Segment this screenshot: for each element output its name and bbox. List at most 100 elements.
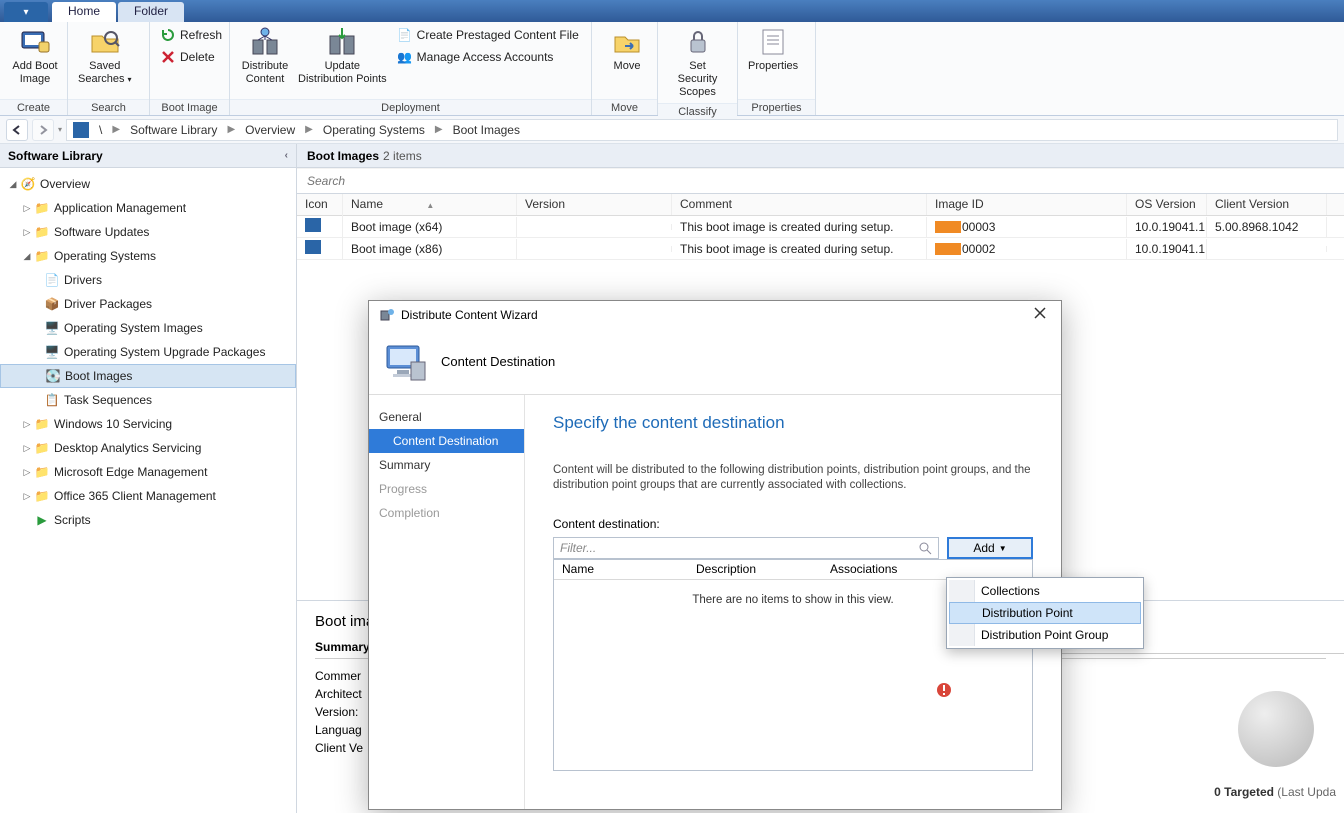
wizard-icon bbox=[379, 307, 395, 323]
site-code-chip bbox=[935, 243, 961, 255]
move-folder-icon bbox=[611, 26, 643, 58]
tree-desktop-analytics[interactable]: ▷📁Desktop Analytics Servicing bbox=[0, 436, 296, 460]
tree-driver-packages[interactable]: 📦Driver Packages bbox=[0, 292, 296, 316]
properties-button[interactable]: Properties bbox=[744, 24, 802, 75]
crumb-operating-systems[interactable]: Operating Systems bbox=[323, 123, 425, 137]
tree-os-upgrade-packages[interactable]: 🖥️Operating System Upgrade Packages bbox=[0, 340, 296, 364]
refresh-icon bbox=[160, 27, 176, 43]
ribbon-group-boot-image: Boot Image bbox=[150, 99, 229, 115]
title-tabs: ▾ Home Folder bbox=[0, 0, 1344, 22]
nav-forward-button[interactable] bbox=[32, 119, 54, 141]
wizard-nav-progress: Progress bbox=[369, 477, 524, 501]
manage-access-button[interactable]: 👥Manage Access Accounts bbox=[393, 48, 583, 66]
menu-distribution-point-group[interactable]: Distribution Point Group bbox=[949, 624, 1141, 646]
boot-images-icon: 💽 bbox=[45, 368, 61, 384]
table-row[interactable]: Boot image (x86) This boot image is crea… bbox=[297, 238, 1344, 260]
tab-home[interactable]: Home bbox=[52, 2, 116, 22]
content-header: Boot Images2 items bbox=[297, 144, 1344, 168]
ribbon-group-properties: Properties bbox=[738, 99, 815, 115]
dest-col-name[interactable]: Name bbox=[554, 560, 688, 579]
table-row[interactable]: Boot image (x64) This boot image is crea… bbox=[297, 216, 1344, 238]
update-dp-button[interactable]: Update Distribution Points bbox=[294, 24, 391, 88]
lock-icon bbox=[682, 26, 714, 58]
wizard-title: Distribute Content Wizard bbox=[401, 308, 538, 322]
saved-searches-button[interactable]: Saved Searches ▾ bbox=[74, 24, 136, 88]
add-boot-image-button[interactable]: Add Boot Image bbox=[6, 24, 64, 88]
menu-distribution-point[interactable]: Distribution Point bbox=[949, 602, 1141, 624]
tree-app-management[interactable]: ▷📁Application Management bbox=[0, 196, 296, 220]
chevron-down-icon: ▼ bbox=[999, 544, 1007, 553]
boot-image-icon bbox=[19, 26, 51, 58]
wizard-nav-summary[interactable]: Summary bbox=[369, 453, 524, 477]
collapse-sidebar-icon[interactable]: ‹ bbox=[285, 144, 288, 168]
tree-task-sequences[interactable]: 📋Task Sequences bbox=[0, 388, 296, 412]
refresh-button[interactable]: Refresh bbox=[156, 26, 226, 44]
folder-icon: 📁 bbox=[34, 200, 50, 216]
add-button[interactable]: Add ▼ bbox=[947, 537, 1033, 559]
content-destination-icon bbox=[383, 342, 427, 382]
folder-icon: 📁 bbox=[34, 440, 50, 456]
wizard-nav-general[interactable]: General bbox=[369, 405, 524, 429]
distribute-icon bbox=[249, 26, 281, 58]
nav-back-button[interactable] bbox=[6, 119, 28, 141]
ribbon-group-deployment: Deployment bbox=[230, 99, 591, 115]
create-prestaged-button[interactable]: 📄Create Prestaged Content File bbox=[393, 26, 583, 44]
wizard-nav-content-destination[interactable]: Content Destination bbox=[369, 429, 524, 453]
distribute-content-button[interactable]: Distribute Content bbox=[236, 24, 294, 88]
grid-header[interactable]: Icon Name ▲ Version Comment Image ID OS … bbox=[297, 194, 1344, 216]
crumb-software-library[interactable]: Software Library bbox=[130, 123, 217, 137]
tree-operating-systems[interactable]: ◢📁Operating Systems bbox=[0, 244, 296, 268]
breadcrumb[interactable]: \ ▶ Software Library ▶ Overview ▶ Operat… bbox=[66, 119, 1338, 141]
folder-icon: 📁 bbox=[34, 416, 50, 432]
col-comment: Comment bbox=[672, 194, 927, 215]
filter-input[interactable]: Filter... bbox=[553, 537, 939, 559]
os-upgrade-icon: 🖥️ bbox=[44, 344, 60, 360]
ribbon: Add Boot Image Create Saved Searches ▾ S… bbox=[0, 22, 1344, 116]
crumb-overview[interactable]: Overview bbox=[245, 123, 295, 137]
menu-collections[interactable]: Collections bbox=[949, 580, 1141, 602]
ribbon-group-move: Move bbox=[592, 99, 657, 115]
wizard-nav-completion: Completion bbox=[369, 501, 524, 525]
wizard-close-button[interactable] bbox=[1029, 306, 1051, 325]
boot-images-grid: Icon Name ▲ Version Comment Image ID OS … bbox=[297, 194, 1344, 260]
tree-software-updates[interactable]: ▷📁Software Updates bbox=[0, 220, 296, 244]
search-input[interactable] bbox=[297, 169, 1344, 193]
accounts-icon: 👥 bbox=[397, 49, 413, 65]
folder-icon: 📁 bbox=[34, 464, 50, 480]
tree-scripts[interactable]: ▶Scripts bbox=[0, 508, 296, 532]
tree-os-images[interactable]: 🖥️Operating System Images bbox=[0, 316, 296, 340]
wizard-heading: Specify the content destination bbox=[553, 413, 1033, 433]
crumb-root[interactable]: \ bbox=[99, 123, 102, 137]
close-icon bbox=[1033, 306, 1047, 320]
folder-icon: 📁 bbox=[34, 488, 50, 504]
delete-icon bbox=[160, 49, 176, 65]
file-package-icon: 📄 bbox=[397, 27, 413, 43]
tree-win10-servicing[interactable]: ▷📁Windows 10 Servicing bbox=[0, 412, 296, 436]
move-button[interactable]: Move bbox=[598, 24, 656, 75]
task-sequences-icon: 📋 bbox=[44, 392, 60, 408]
col-image-id: Image ID bbox=[927, 194, 1127, 215]
wizard-nav: General Content Destination Summary Prog… bbox=[369, 395, 525, 809]
tab-folder[interactable]: Folder bbox=[118, 2, 184, 22]
tree-edge-management[interactable]: ▷📁Microsoft Edge Management bbox=[0, 460, 296, 484]
scripts-icon: ▶ bbox=[34, 512, 50, 528]
ribbon-group-search: Search bbox=[68, 99, 149, 115]
app-menu-dropdown[interactable]: ▾ bbox=[4, 2, 48, 22]
search-row bbox=[297, 168, 1344, 194]
sidebar: Software Library ‹ ◢🧭Overview ▷📁Applicat… bbox=[0, 144, 297, 813]
search-icon bbox=[918, 541, 932, 555]
tree-office365[interactable]: ▷📁Office 365 Client Management bbox=[0, 484, 296, 508]
dest-col-description[interactable]: Description bbox=[688, 560, 822, 579]
add-dropdown-menu: Collections Distribution Point Distribut… bbox=[946, 577, 1144, 649]
wizard-description: Content will be distributed to the follo… bbox=[553, 463, 1033, 493]
set-security-scopes-button[interactable]: Set Security Scopes bbox=[664, 24, 731, 101]
col-name: Name ▲ bbox=[343, 194, 517, 215]
tree-boot-images[interactable]: 💽Boot Images bbox=[0, 364, 296, 388]
ribbon-group-classify: Classify bbox=[658, 103, 737, 119]
tree-drivers[interactable]: 📄Drivers bbox=[0, 268, 296, 292]
update-dp-icon bbox=[326, 26, 358, 58]
crumb-boot-images[interactable]: Boot Images bbox=[453, 123, 520, 137]
delete-button[interactable]: Delete bbox=[156, 48, 226, 66]
app-icon bbox=[73, 122, 89, 138]
tree-overview[interactable]: ◢🧭Overview bbox=[0, 172, 296, 196]
